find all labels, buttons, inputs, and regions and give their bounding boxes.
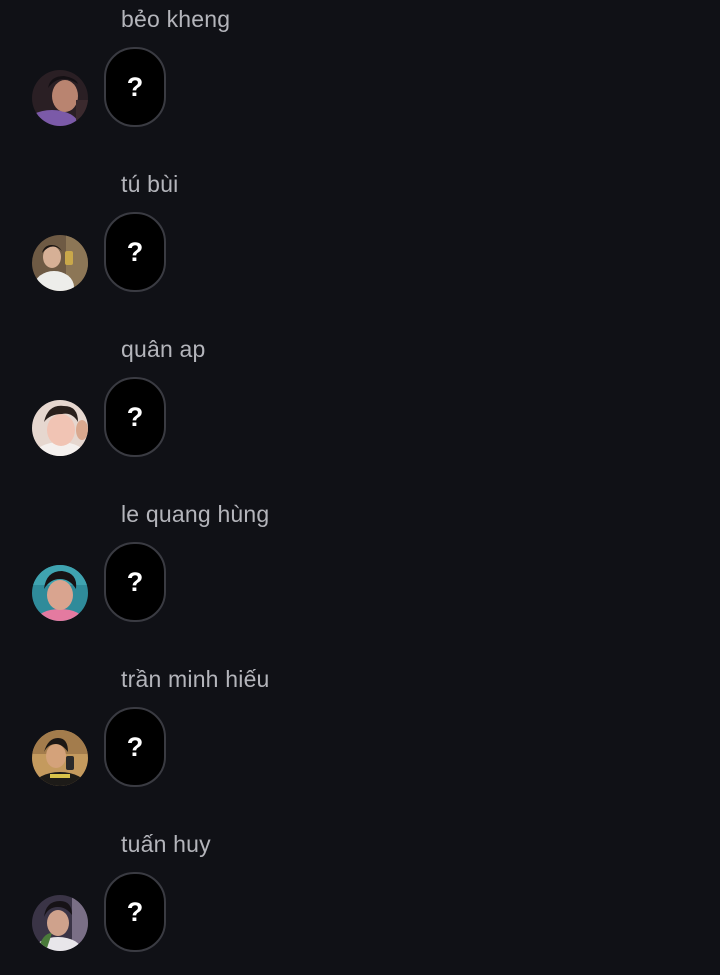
- message-row: le quang hùng ?: [0, 495, 720, 645]
- message-text: ?: [126, 731, 144, 762]
- message-text: ?: [126, 71, 144, 102]
- message-bubble[interactable]: ?: [104, 212, 166, 292]
- message-text: ?: [126, 566, 144, 597]
- message-bubble[interactable]: ?: [104, 707, 166, 787]
- sender-name: trần minh hiếu: [121, 666, 270, 692]
- message-list[interactable]: bẻo kheng ? tú bùi ? quân ap ? le quang …: [0, 0, 720, 962]
- avatar[interactable]: [32, 70, 88, 126]
- avatar-photo: [32, 235, 88, 291]
- message-text: ?: [126, 896, 144, 927]
- message-row: trần minh hiếu ?: [0, 660, 720, 810]
- message-text: ?: [126, 236, 144, 267]
- message-bubble[interactable]: ?: [104, 542, 166, 622]
- sender-name: tú bùi: [121, 171, 179, 197]
- avatar[interactable]: [32, 730, 88, 786]
- message-row: tuấn huy ?: [0, 825, 720, 975]
- sender-name: quân ap: [121, 336, 206, 362]
- avatar[interactable]: [32, 235, 88, 291]
- message-text: ?: [126, 401, 144, 432]
- avatar-photo: [32, 730, 88, 786]
- avatar[interactable]: [32, 400, 88, 456]
- message-row: tú bùi ?: [0, 165, 720, 315]
- avatar[interactable]: [32, 895, 88, 951]
- message-row: quân ap ?: [0, 330, 720, 480]
- sender-name: le quang hùng: [121, 501, 270, 527]
- sender-name: tuấn huy: [121, 831, 211, 857]
- avatar-photo: [32, 565, 88, 621]
- message-bubble[interactable]: ?: [104, 872, 166, 952]
- sender-name: bẻo kheng: [121, 6, 231, 32]
- avatar-photo: [32, 895, 88, 951]
- message-bubble[interactable]: ?: [104, 47, 166, 127]
- avatar-photo: [32, 70, 88, 126]
- avatar[interactable]: [32, 565, 88, 621]
- message-bubble[interactable]: ?: [104, 377, 166, 457]
- avatar-photo: [32, 400, 88, 456]
- message-row: bẻo kheng ?: [0, 0, 720, 150]
